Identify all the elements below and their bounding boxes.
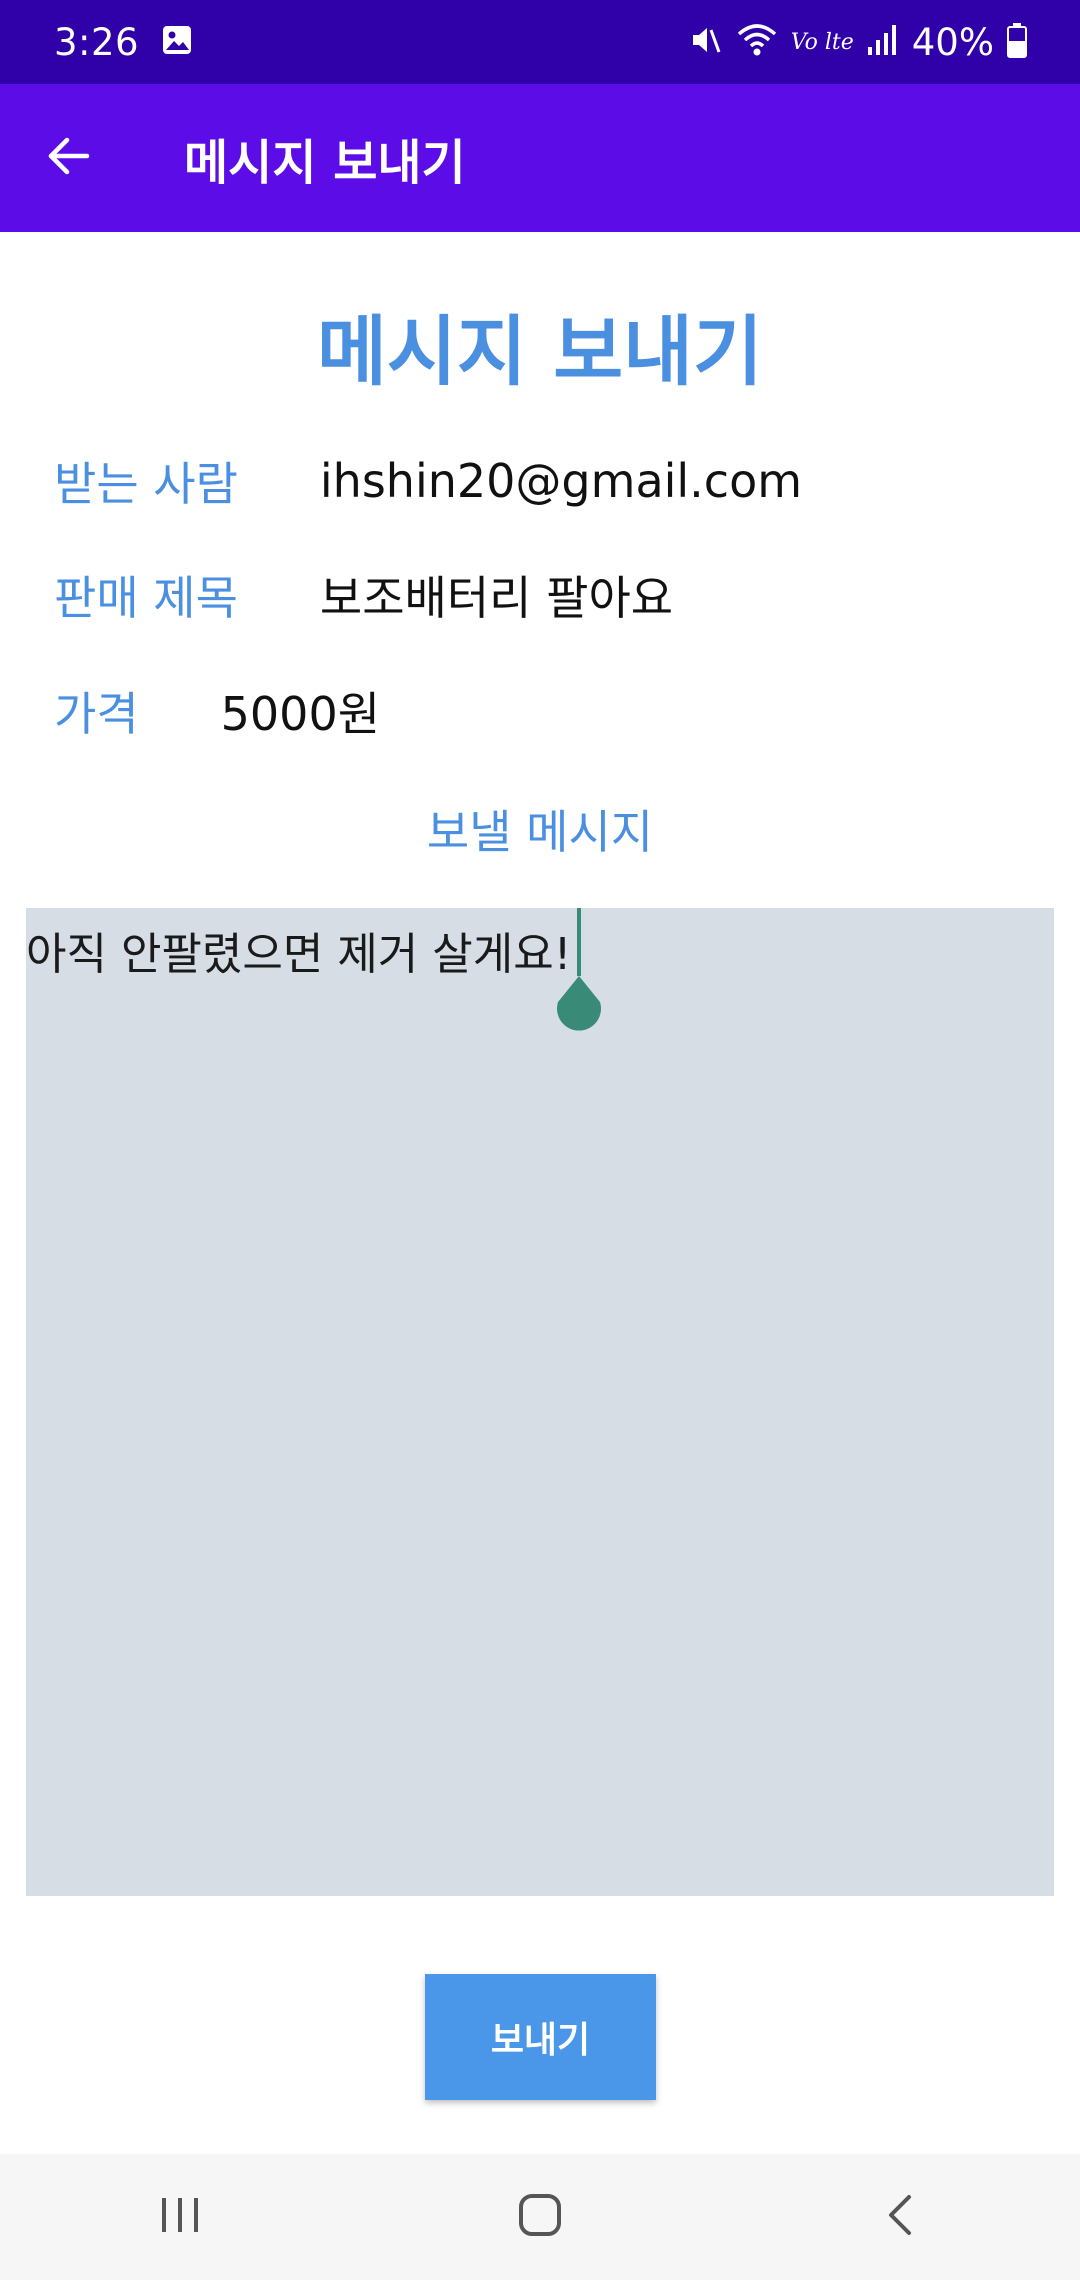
message-input[interactable]: 아직 안팔렸으면 제거 살게요! — [26, 908, 1054, 1896]
battery-icon — [1006, 22, 1028, 62]
cursor-handle[interactable] — [552, 974, 606, 1034]
recipient-value: ihshin20@gmail.com — [319, 454, 803, 508]
mute-icon — [687, 22, 723, 62]
status-right: Vo lte 40% — [687, 21, 1028, 64]
network-label: Vo lte — [790, 29, 854, 55]
recipient-label: 받는 사람 — [54, 457, 238, 511]
recent-apps-button[interactable] — [80, 2154, 280, 2280]
wifi-icon — [735, 22, 779, 62]
home-button[interactable] — [440, 2154, 640, 2280]
recipient-row: 받는 사람 ihshin20@gmail.com — [54, 448, 802, 514]
sale-title-row: 판매 제목 보조배터리 팔아요 — [54, 562, 673, 628]
gallery-icon — [161, 24, 193, 60]
price-label: 가격 — [54, 687, 139, 741]
send-button[interactable]: 보내기 — [425, 1974, 656, 2100]
nav-back-button[interactable] — [800, 2154, 1000, 2280]
message-label: 보낼 메시지 — [426, 805, 654, 859]
message-text: 아직 안팔렸으면 제거 살게요! — [26, 929, 572, 980]
app-bar-title: 메시지 보내기 — [184, 135, 466, 191]
sale-title-label: 판매 제목 — [54, 571, 238, 625]
battery-percent: 40% — [911, 20, 994, 64]
recent-apps-icon — [158, 2195, 202, 2239]
sale-title-value: 보조배터리 팔아요 — [319, 571, 674, 625]
page-heading: 메시지 보내기 — [317, 307, 763, 396]
price-value: 5000원 — [220, 687, 381, 741]
signal-icon — [866, 23, 900, 61]
status-time: 3:26 — [54, 20, 140, 64]
price-row: 가격 5000원 — [54, 678, 380, 744]
back-button[interactable] — [0, 84, 144, 232]
home-icon — [518, 2193, 562, 2241]
back-icon — [885, 2193, 915, 2241]
text-cursor — [577, 908, 581, 976]
status-bar: 3:26 Vo lte 40% — [0, 0, 1080, 84]
back-arrow-icon — [45, 132, 93, 184]
app-bar: 메시지 보내기 — [0, 84, 1080, 232]
status-left: 3:26 — [54, 21, 193, 64]
navigation-bar — [0, 2154, 1080, 2280]
